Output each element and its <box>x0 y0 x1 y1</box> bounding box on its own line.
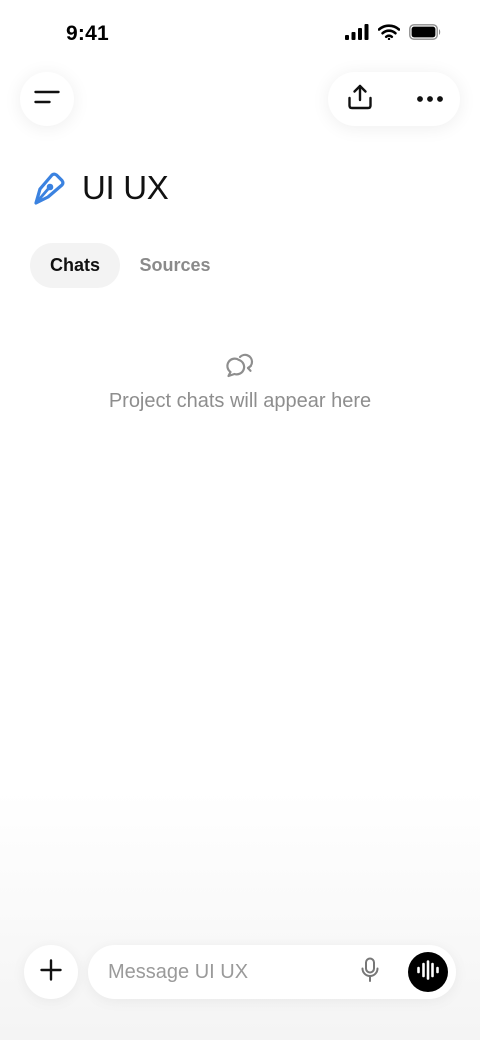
status-icons <box>345 24 442 45</box>
battery-icon <box>409 24 442 45</box>
empty-state: Project chats will appear here <box>0 350 480 413</box>
header-actions <box>328 72 460 126</box>
tab-chats[interactable]: Chats <box>30 243 120 288</box>
project-header: UI UX <box>30 168 169 208</box>
chat-bubbles-icon <box>225 350 255 380</box>
share-button[interactable] <box>344 83 376 115</box>
voice-mode-button[interactable] <box>408 952 448 992</box>
more-icon <box>416 90 444 108</box>
project-screen: 9:41 UI UX Chats Sources Project chats w… <box>0 0 480 1040</box>
microphone-icon <box>360 957 380 988</box>
more-button[interactable] <box>412 83 448 115</box>
status-bar: 9:41 <box>0 0 480 70</box>
tab-sources[interactable]: Sources <box>120 243 230 288</box>
plus-icon <box>40 958 62 986</box>
message-input[interactable] <box>108 945 348 999</box>
menu-icon <box>34 89 60 110</box>
voice-waveform-icon <box>416 959 440 985</box>
cellular-signal-icon <box>345 24 369 45</box>
menu-button[interactable] <box>20 72 74 126</box>
wifi-icon <box>377 24 401 45</box>
empty-state-message: Project chats will appear here <box>108 390 372 412</box>
dictation-button[interactable] <box>356 957 384 988</box>
project-tabs: Chats Sources <box>30 243 230 288</box>
share-icon <box>346 83 374 116</box>
add-attachment-button[interactable] <box>24 945 78 999</box>
project-title: UI UX <box>82 169 169 206</box>
pen-nib-icon <box>30 169 68 207</box>
message-composer <box>88 945 456 999</box>
status-time: 9:41 <box>66 22 109 45</box>
